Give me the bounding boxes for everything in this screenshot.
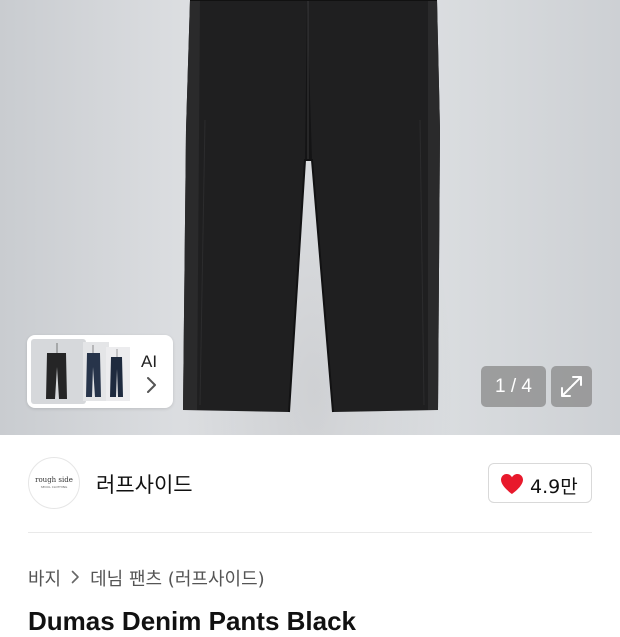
breadcrumb-subcategory-link[interactable]: 데님 팬츠 (러프사이드): [90, 565, 265, 591]
brand-name-link[interactable]: 러프사이드: [96, 469, 193, 499]
like-button[interactable]: 4.9만: [488, 463, 592, 503]
like-count: 4.9만: [530, 476, 578, 498]
heart-icon: [501, 474, 523, 494]
expand-button[interactable]: [551, 366, 592, 407]
ai-fitting-card[interactable]: AI: [27, 335, 173, 408]
brand-logo-text: rough side: [35, 476, 73, 484]
brand-logo[interactable]: rough side SEOUL CLOTHING: [28, 457, 80, 509]
ai-label: AI: [141, 352, 158, 371]
breadcrumb-category-link[interactable]: 바지: [28, 565, 61, 591]
breadcrumb: 바지 데님 팬츠 (러프사이드): [28, 565, 265, 591]
product-title: Dumas Denim Pants Black: [28, 606, 357, 636]
chevron-right-icon: [71, 568, 80, 589]
expand-icon: [561, 376, 582, 397]
image-counter: 1 / 4: [481, 366, 546, 407]
chevron-right-icon: [147, 377, 156, 393]
divider: [28, 532, 592, 533]
ai-thumbnails-image: [31, 339, 130, 404]
brand-logo-subtext: SEOUL CLOTHING: [40, 485, 68, 489]
